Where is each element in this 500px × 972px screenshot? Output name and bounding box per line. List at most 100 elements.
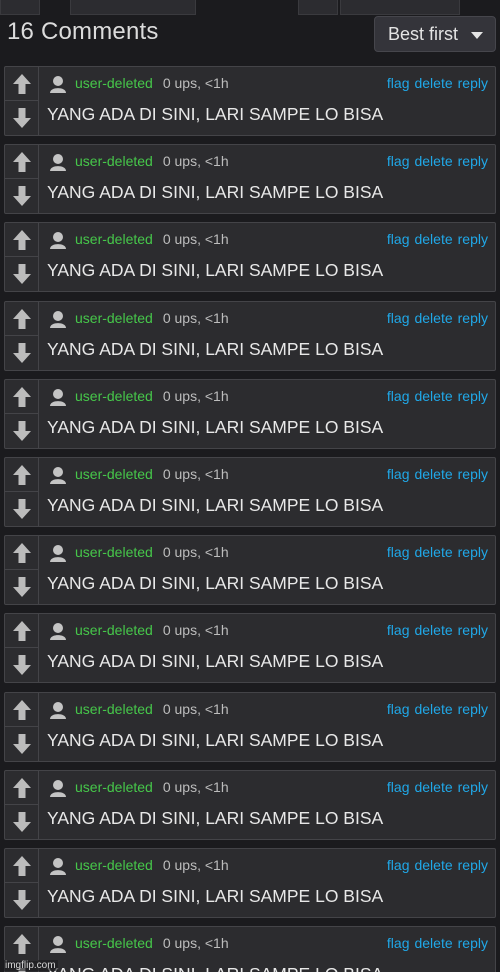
comment-card: user-deleted 0 ups, <1h flagdelete reply Y… xyxy=(4,300,496,371)
upvote-button[interactable] xyxy=(5,67,38,101)
comment-username[interactable]: user-deleted xyxy=(75,466,153,482)
downvote-button[interactable] xyxy=(5,648,38,682)
delete-link[interactable]: delete xyxy=(414,466,452,482)
reply-link[interactable]: reply xyxy=(458,388,488,404)
delete-link[interactable]: delete xyxy=(414,388,452,404)
delete-link[interactable]: delete xyxy=(414,231,452,247)
toolbar-segment[interactable] xyxy=(298,0,338,15)
delete-link[interactable]: delete xyxy=(414,544,452,560)
arrow-down-icon xyxy=(13,186,31,207)
comment-username[interactable]: user-deleted xyxy=(75,701,153,717)
user-avatar-icon[interactable] xyxy=(49,231,67,250)
flag-link[interactable]: flag xyxy=(387,310,410,326)
delete-link[interactable]: delete xyxy=(414,935,452,951)
flag-link[interactable]: flag xyxy=(387,231,410,247)
downvote-button[interactable] xyxy=(5,414,38,448)
delete-link[interactable]: delete xyxy=(414,622,452,638)
comment-text: YANG ADA DI SINI, LARI SAMPE LO BISA xyxy=(47,104,384,124)
comment-username[interactable]: user-deleted xyxy=(75,388,153,404)
upvote-button[interactable] xyxy=(5,302,38,336)
downvote-button[interactable] xyxy=(5,101,38,135)
upvote-button[interactable] xyxy=(5,458,38,492)
comment-username[interactable]: user-deleted xyxy=(75,544,153,560)
caret-down-icon xyxy=(471,32,483,39)
reply-link[interactable]: reply xyxy=(458,231,488,247)
sort-dropdown[interactable]: Best first xyxy=(374,16,496,52)
user-avatar-icon[interactable] xyxy=(49,544,67,563)
toolbar-segment[interactable] xyxy=(0,0,40,15)
vote-column xyxy=(5,848,39,917)
flag-link[interactable]: flag xyxy=(387,622,410,638)
comment-meta: user-deleted 0 ups, <1h xyxy=(75,855,229,875)
downvote-button[interactable] xyxy=(5,492,38,526)
user-avatar-icon[interactable] xyxy=(49,153,67,172)
comment-username[interactable]: user-deleted xyxy=(75,153,153,169)
vote-column xyxy=(5,457,39,526)
reply-link[interactable]: reply xyxy=(458,779,488,795)
reply-link[interactable]: reply xyxy=(458,935,488,951)
upvote-button[interactable] xyxy=(5,614,38,649)
comment-actions: flag delete reply xyxy=(382,464,488,484)
user-avatar-icon[interactable] xyxy=(49,622,67,641)
upvote-button[interactable] xyxy=(5,927,38,962)
delete-link[interactable]: delete xyxy=(414,857,452,873)
user-avatar-icon[interactable] xyxy=(49,466,67,484)
downvote-button[interactable] xyxy=(5,883,38,917)
comment-meta: user-deleted 0 ups, <1h xyxy=(75,308,229,328)
reply-link[interactable]: reply xyxy=(458,544,488,560)
user-avatar-icon[interactable] xyxy=(49,388,67,406)
delete-link[interactable]: delete xyxy=(414,779,452,795)
downvote-button[interactable] xyxy=(5,805,38,839)
upvote-button[interactable] xyxy=(5,693,38,727)
user-avatar-icon[interactable] xyxy=(49,857,67,875)
downvote-button[interactable] xyxy=(5,336,38,370)
comment-stats: 0 ups, <1h xyxy=(162,935,229,952)
reply-link[interactable]: reply xyxy=(458,857,488,873)
user-avatar-icon[interactable] xyxy=(49,935,67,954)
flag-link[interactable]: flag xyxy=(387,779,410,795)
comment-username[interactable]: user-deleted xyxy=(75,622,153,638)
reply-link[interactable]: reply xyxy=(458,153,488,169)
user-avatar-icon[interactable] xyxy=(49,75,67,93)
reply-link[interactable]: reply xyxy=(458,310,488,326)
flag-link[interactable]: flag xyxy=(387,701,410,717)
user-avatar-icon[interactable] xyxy=(49,779,67,797)
comment-meta: user-deleted 0 ups, <1h xyxy=(75,933,229,953)
toolbar-segment[interactable] xyxy=(70,0,196,15)
upvote-button[interactable] xyxy=(5,145,38,180)
comment-username[interactable]: user-deleted xyxy=(75,857,153,873)
reply-link[interactable]: reply xyxy=(458,622,488,638)
reply-link[interactable]: reply xyxy=(458,75,488,91)
reply-link[interactable]: reply xyxy=(458,701,488,717)
downvote-button[interactable] xyxy=(5,727,38,761)
comment-username[interactable]: user-deleted xyxy=(75,935,153,951)
comment-username[interactable]: user-deleted xyxy=(75,75,153,91)
delete-link[interactable]: delete xyxy=(414,75,452,91)
user-avatar-icon[interactable] xyxy=(49,701,67,719)
flag-link[interactable]: flag xyxy=(387,388,410,404)
user-avatar-icon[interactable] xyxy=(49,310,67,328)
flag-link[interactable]: flag xyxy=(387,857,410,873)
delete-link[interactable]: delete xyxy=(414,153,452,169)
upvote-button[interactable] xyxy=(5,771,38,805)
upvote-button[interactable] xyxy=(5,223,38,258)
comment-text: YANG ADA DI SINI, LARI SAMPE LO BISA xyxy=(47,338,384,359)
upvote-button[interactable] xyxy=(5,380,38,414)
upvote-button[interactable] xyxy=(5,849,38,883)
flag-link[interactable]: flag xyxy=(387,75,410,91)
downvote-button[interactable] xyxy=(5,179,38,213)
comment-username[interactable]: user-deleted xyxy=(75,779,153,795)
delete-link[interactable]: delete xyxy=(414,701,452,717)
flag-link[interactable]: flag xyxy=(387,153,410,169)
comment-username[interactable]: user-deleted xyxy=(75,231,153,247)
toolbar-segment[interactable] xyxy=(340,0,460,15)
flag-link[interactable]: flag xyxy=(387,935,410,951)
comment-username[interactable]: user-deleted xyxy=(75,310,153,326)
flag-link[interactable]: flag xyxy=(387,466,410,482)
reply-link[interactable]: reply xyxy=(458,466,488,482)
delete-link[interactable]: delete xyxy=(414,310,452,326)
downvote-button[interactable] xyxy=(5,257,38,291)
downvote-button[interactable] xyxy=(5,570,38,604)
upvote-button[interactable] xyxy=(5,536,38,571)
flag-link[interactable]: flag xyxy=(387,544,410,560)
